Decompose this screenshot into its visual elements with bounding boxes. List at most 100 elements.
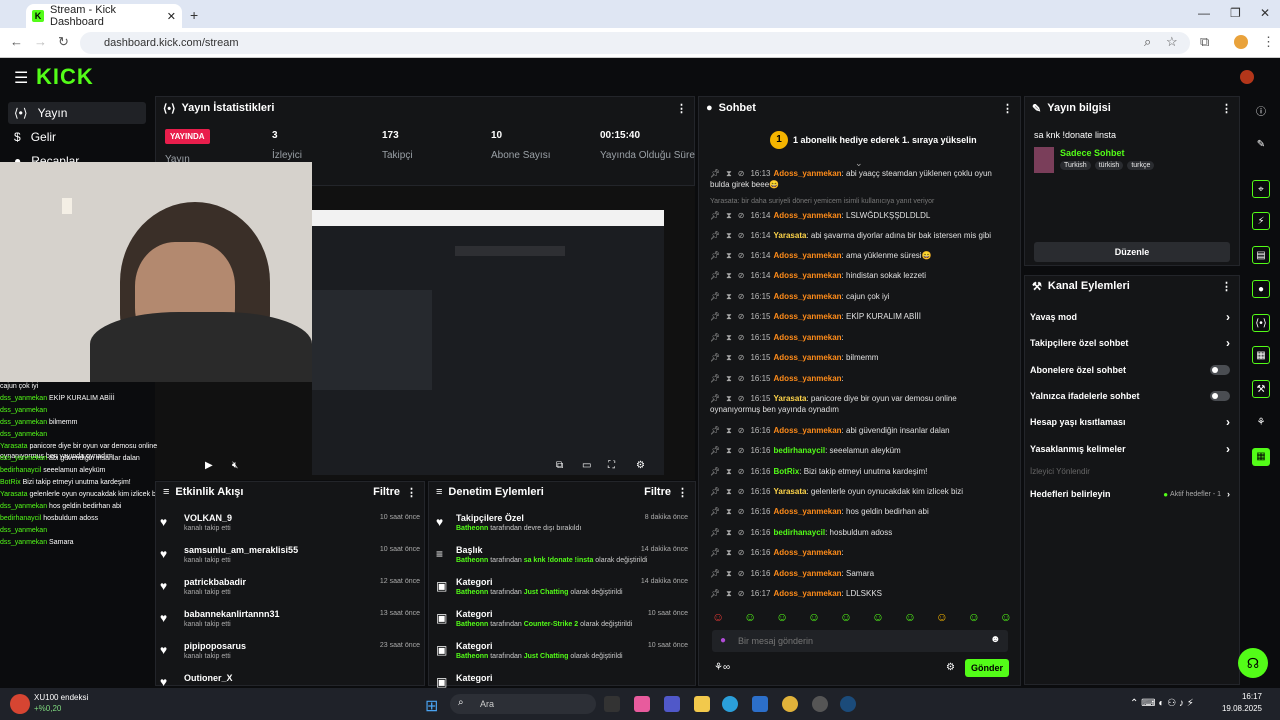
mic-icon[interactable]: ● [720,635,726,646]
pin-icon[interactable]: 📌︎ [710,487,720,496]
ban-icon[interactable]: ⊘ [738,548,745,557]
chat-message[interactable]: 📌︎ ⧗ ⊘ 16:15 Adoss_yanmekan: bilmemm [710,352,1000,363]
ban-icon[interactable]: ⊘ [738,569,745,578]
message-username[interactable]: Adoss_yanmekan [774,312,842,321]
chat-message[interactable]: 📌︎ ⧗ ⊘ 16:14 Adoss_yanmekan: LSLWĞDLKŞŞDLDLD… [710,210,1000,221]
more-options-icon[interactable]: ⋮ [406,486,417,499]
chat-input[interactable] [738,633,978,649]
chat-message[interactable]: 📌︎ ⧗ ⊘ 16:15 Yarasata: panicore diye bir oyu… [710,393,1000,415]
more-options-icon[interactable]: ⋮ [1221,280,1232,293]
timeout-icon[interactable]: ⧗ [726,169,732,178]
timeout-icon[interactable]: ⧗ [726,211,732,220]
ban-icon[interactable]: ⊘ [738,211,745,220]
zoom-icon[interactable]: ⌕ [1144,34,1151,50]
timeout-icon[interactable]: ⧗ [726,426,732,435]
ban-icon[interactable]: ⊘ [738,467,745,476]
theater-icon[interactable]: ▭ [582,460,591,471]
chrome-icon[interactable] [782,696,798,712]
stock-widget-icon[interactable] [10,694,30,714]
fullscreen-icon[interactable]: ⛶ [608,460,615,471]
user-avatar[interactable] [1240,70,1254,84]
kick-logo[interactable]: KICK [36,64,94,90]
timeout-icon[interactable]: ⧗ [726,374,732,383]
timeout-icon[interactable]: ⧗ [726,487,732,496]
windows-start-icon[interactable]: ⊞ [425,696,438,716]
message-username[interactable]: Yarasata [774,487,807,496]
chat-message[interactable]: 📌︎ ⧗ ⊘ 16:16 bedirhanaycil: seeelamun aleykü… [710,445,1000,456]
filter-button[interactable]: Filtre [373,486,400,498]
timeout-icon[interactable]: ⧗ [726,528,732,537]
message-username[interactable]: Adoss_yanmekan [774,548,842,557]
message-username[interactable]: Adoss_yanmekan [774,374,842,383]
timeout-icon[interactable]: ⧗ [726,569,732,578]
chat-message[interactable]: 📌︎ ⧗ ⊘ 16:13 Adoss_yanmekan: abi yaaçç steam… [710,168,1000,190]
timeout-icon[interactable]: ⧗ [726,507,732,516]
extensions-icon[interactable]: ⧉ [1200,34,1209,50]
more-options-icon[interactable]: ⋮ [1221,102,1232,115]
edit-button[interactable]: Düzenle [1034,242,1230,262]
message-username[interactable]: Adoss_yanmekan [774,507,842,516]
pin-icon[interactable]: 📌︎ [710,231,720,240]
channel-action-item[interactable]: Yavaş mod › [1030,309,1230,325]
chat-message[interactable]: 📌︎ ⧗ ⊘ 16:16 Adoss_yanmekan: [710,547,1000,558]
emote-icon[interactable]: ☺ [744,610,756,624]
pin-icon[interactable]: 📌︎ [710,528,720,537]
chat-message[interactable]: 📌︎ ⧗ ⊘ 16:17 Adoss_yanmekan: LDLSKKS [710,588,1000,599]
pin-icon[interactable]: 📌︎ [710,426,720,435]
hamburger-menu-icon[interactable]: ☰ [14,68,28,88]
ban-icon[interactable]: ⊘ [738,487,745,496]
taskbar-search[interactable]: Ara [450,694,596,714]
category-name[interactable]: Sadece Sohbet [1060,148,1125,158]
timeout-icon[interactable]: ⧗ [726,231,732,240]
support-headset-icon[interactable]: ☊ [1238,648,1268,678]
emoji-icon[interactable]: ☻ [990,634,1001,645]
obs-icon[interactable] [812,696,828,712]
settings-gear-icon[interactable]: ⚙ [636,460,645,471]
moderation-item[interactable]: ♥ Takipçilere Özel Batheonn tarafından dev… [436,511,688,541]
chat-message[interactable]: 📌︎ ⧗ ⊘ 16:16 Adoss_yanmekan: abi güvendiğin … [710,425,1000,436]
timeout-icon[interactable]: ⧗ [726,353,732,362]
ban-icon[interactable]: ⊘ [738,394,745,403]
channel-action-item[interactable]: Takipçilere özel sohbet › [1030,335,1230,351]
pip-icon[interactable]: ⧉ [556,460,563,471]
ban-icon[interactable]: ⊘ [738,528,745,537]
tray-icons[interactable]: ⌃ ⌨ ◐ ⚇ ♪ ⚡︎ [1130,698,1194,709]
message-username[interactable]: Adoss_yanmekan [774,353,842,362]
send-button[interactable]: Gönder [965,659,1009,677]
url-field[interactable]: dashboard.kick.com/stream [80,32,1190,54]
timeout-icon[interactable]: ⧗ [726,292,732,301]
edit-icon[interactable]: ✎ [1252,136,1270,154]
clipboard-icon[interactable]: ▤ [1252,246,1270,264]
ban-icon[interactable]: ⊘ [738,353,745,362]
message-username[interactable]: Adoss_yanmekan [774,569,842,578]
nav-item-stream[interactable]: ⟨•⟩ Yayın [8,102,146,124]
reload-icon[interactable]: ↻ [58,34,69,50]
ban-icon[interactable]: ⊘ [738,589,745,598]
emote-icon[interactable]: ☺ [968,610,980,624]
info-icon[interactable]: ⓘ [1252,104,1270,122]
moderation-item[interactable]: ▣ Kategori Batheonn tarafından Just Chatti… [436,639,688,669]
filter-button[interactable]: Filtre [644,486,671,498]
chat-tools-icon[interactable]: ⚘∞ [714,662,730,673]
close-window-icon[interactable]: ✕ [1260,6,1270,20]
timeout-icon[interactable]: ⧗ [726,446,732,455]
moderation-item[interactable]: ▣ Kategori Batheonn tarafından Just Chatti… [436,575,688,605]
timeout-icon[interactable]: ⧗ [726,271,732,280]
message-username[interactable]: Yarasata [774,394,807,403]
ban-icon[interactable]: ⊘ [738,507,745,516]
pin-icon[interactable]: 📌︎ [710,467,720,476]
chat-message[interactable]: 📌︎ ⧗ ⊘ 16:15 Adoss_yanmekan: cajun çok iyi [710,291,1000,302]
event-item[interactable]: ♥ samsunlu_am_meraklisi55 kanalı takip ett… [160,543,420,573]
pin-icon[interactable]: 📌︎ [710,589,720,598]
emote-icon[interactable]: ☺ [1000,610,1012,624]
chat-message[interactable]: 📌︎ ⧗ ⊘ 16:16 Adoss_yanmekan: Samara [710,568,1000,579]
ban-icon[interactable]: ⊘ [738,169,745,178]
action-goals[interactable]: Hedefleri belirleyin ● Aktif hedefler - … [1030,486,1230,502]
message-username[interactable]: Adoss_yanmekan [774,169,842,178]
chat-settings-icon[interactable]: ⚙ [946,662,955,673]
chat-message[interactable]: 📌︎ ⧗ ⊘ 16:16 bedirhanaycil: hosbuldum adoss [710,527,1000,538]
ban-icon[interactable]: ⊘ [738,333,745,342]
tag-chip[interactable]: Turkish [1060,161,1091,170]
forward-icon[interactable]: → [34,34,47,49]
message-username[interactable]: Adoss_yanmekan [774,589,842,598]
